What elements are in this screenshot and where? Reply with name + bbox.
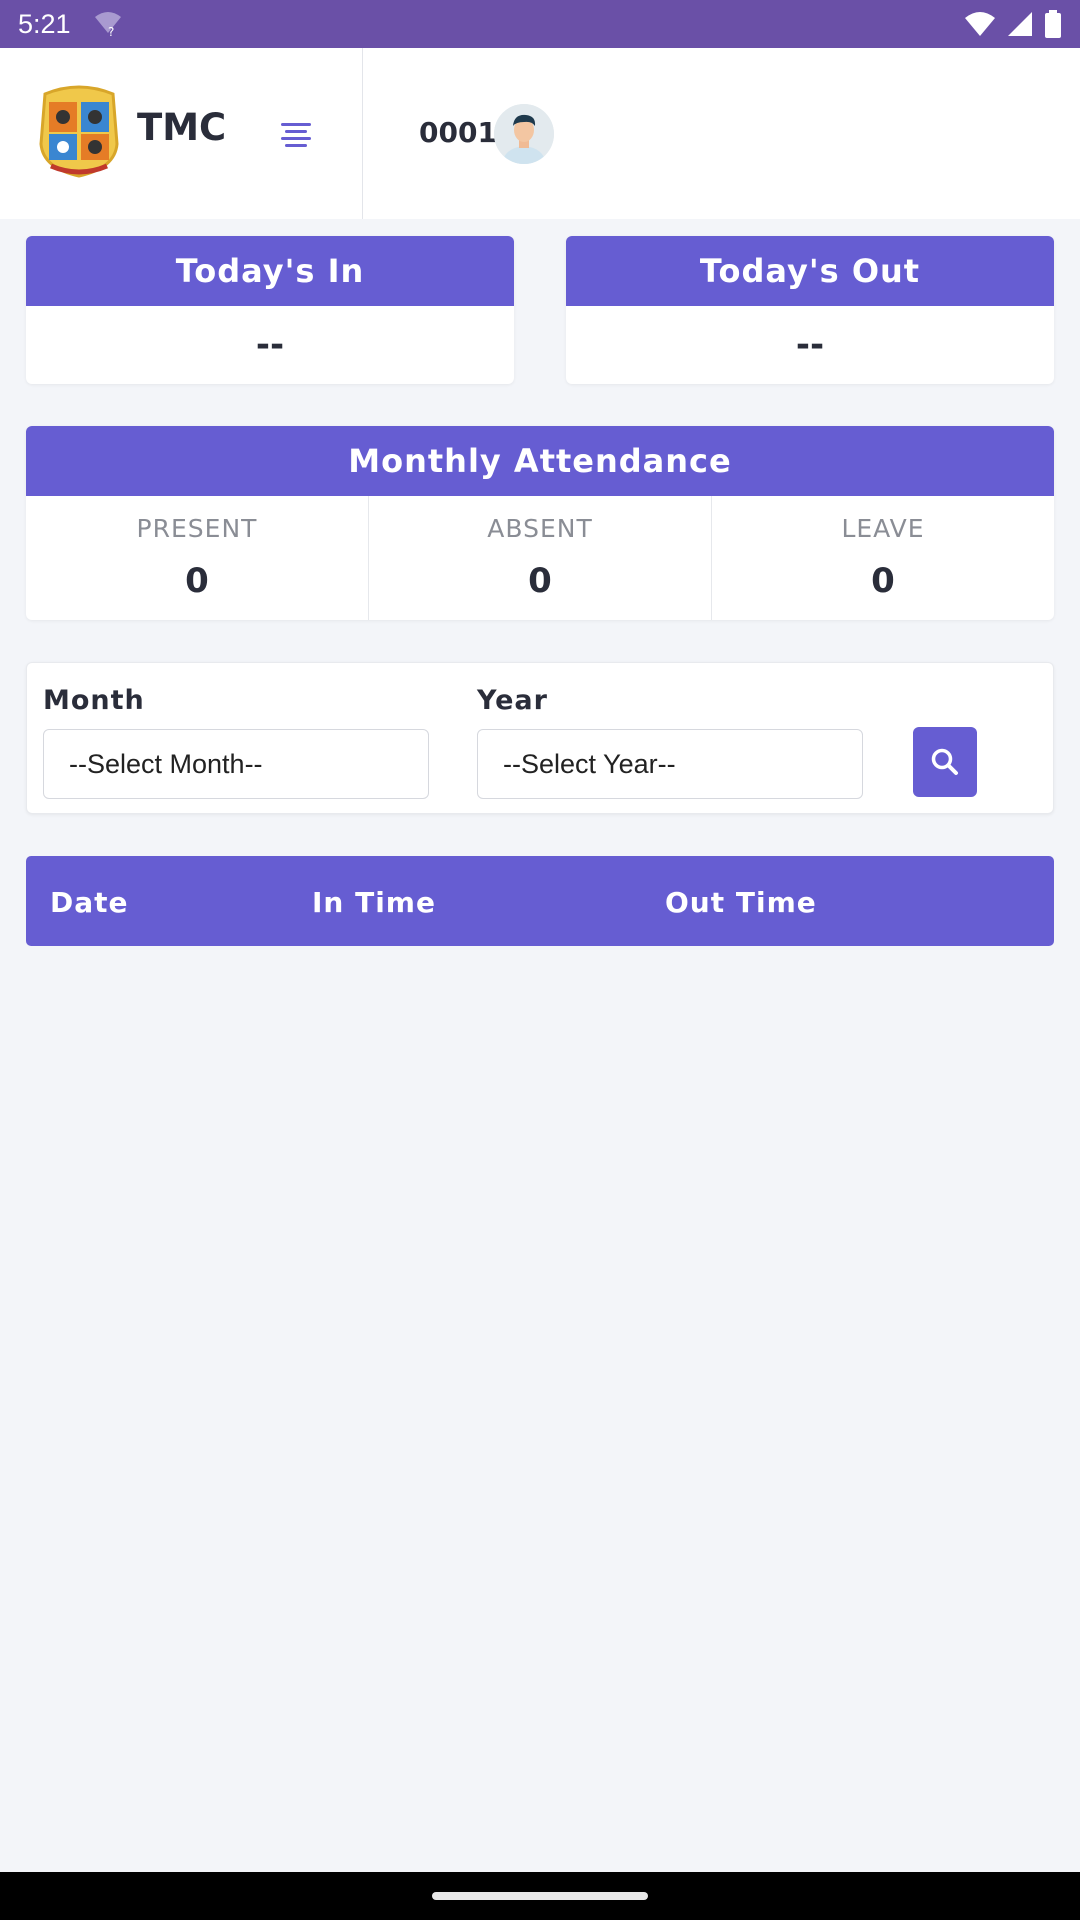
column-in-time: In Time: [312, 886, 436, 919]
monthly-attendance-title: Monthly Attendance: [26, 426, 1054, 496]
status-time: 5:21: [18, 8, 71, 39]
today-in-title: Today's In: [26, 236, 514, 306]
monthly-attendance-card: Monthly Attendance PRESENT 0 ABSENT 0 LE…: [26, 426, 1054, 620]
battery-icon: [1045, 10, 1061, 38]
stat-label: LEAVE: [841, 514, 925, 543]
today-out-title: Today's Out: [566, 236, 1054, 306]
today-in-value: --: [255, 325, 285, 365]
wifi-unknown-glyph: ?: [108, 25, 114, 37]
year-label: Year: [477, 685, 548, 716]
month-label: Month: [43, 685, 145, 716]
stat-leave: LEAVE 0: [712, 496, 1054, 620]
year-select[interactable]: --Select Year--: [477, 729, 863, 799]
wifi-icon: [965, 12, 995, 36]
home-handle[interactable]: [432, 1892, 648, 1900]
column-date: Date: [50, 886, 129, 919]
stat-value: 0: [528, 561, 552, 601]
signal-icon: [1008, 12, 1032, 36]
search-icon: [931, 748, 958, 775]
attendance-table-header: Date In Time Out Time: [26, 856, 1054, 946]
avatar[interactable]: [494, 104, 554, 164]
menu-icon[interactable]: [277, 120, 315, 150]
user-id[interactable]: 0001: [419, 116, 497, 149]
stat-absent: ABSENT 0: [369, 496, 712, 620]
today-out-card: Today's Out --: [566, 236, 1054, 384]
status-bar: 5:21 ?: [0, 0, 1080, 48]
stat-present: PRESENT 0: [26, 496, 369, 620]
month-select[interactable]: --Select Month--: [43, 729, 429, 799]
brand-name: TMC: [137, 106, 227, 149]
wifi-unknown-icon: ?: [93, 11, 123, 37]
app-header: TMC 0001: [0, 48, 1080, 219]
brand-area: TMC: [0, 48, 363, 219]
filter-card: Month --Select Month-- Year --Select Yea…: [26, 662, 1054, 814]
stat-value: 0: [185, 561, 209, 601]
today-in-card: Today's In --: [26, 236, 514, 384]
search-button[interactable]: [913, 727, 977, 797]
column-out-time: Out Time: [665, 886, 817, 919]
logo: [39, 85, 119, 178]
stat-value: 0: [871, 561, 895, 601]
stats-row: PRESENT 0 ABSENT 0 LEAVE 0: [26, 496, 1054, 620]
status-icons: [964, 10, 1062, 38]
system-nav-bar: [0, 1872, 1080, 1920]
stat-label: PRESENT: [136, 514, 258, 543]
stat-label: ABSENT: [487, 514, 593, 543]
today-out-value: --: [795, 325, 825, 365]
